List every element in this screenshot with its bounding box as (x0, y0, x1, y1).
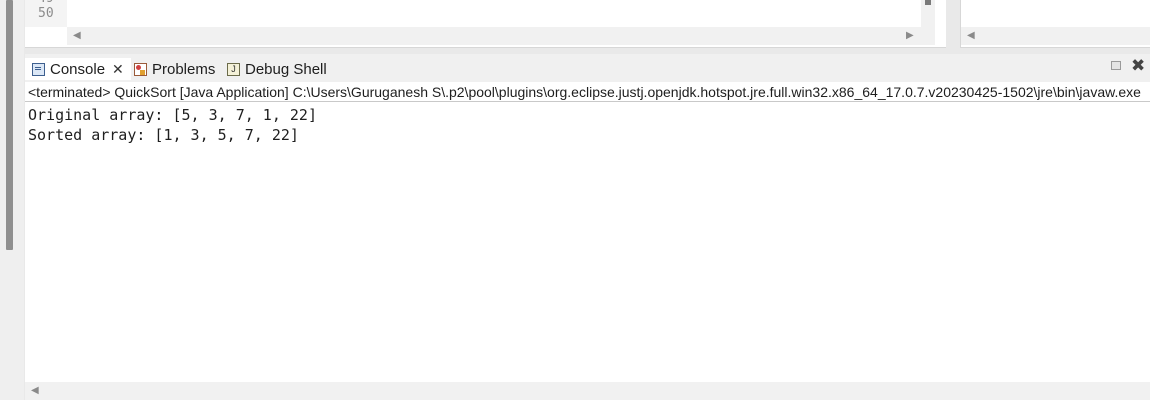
scroll-right-icon[interactable]: ▶ (906, 31, 914, 41)
process-status: <terminated> QuickSort [Java Application… (25, 82, 1150, 102)
console-output[interactable]: Original array: [5, 3, 7, 1, 22] Sorted a… (28, 105, 317, 145)
workbench-left-strip (0, 0, 24, 400)
tab-label: Debug Shell (245, 60, 327, 78)
tab-debug-shell[interactable]: J Debug Shell (224, 58, 330, 80)
scroll-left-icon[interactable]: ◀ (967, 31, 975, 41)
tab-label: Console (50, 60, 106, 78)
scroll-left-icon[interactable]: ◀ (73, 31, 81, 41)
output-line: Sorted array: [1, 3, 5, 7, 22] (28, 126, 299, 144)
secondary-editor[interactable]: ◀ (960, 0, 1150, 48)
console-view: Console ✕ Problems J Debug Shell ✖ <term… (25, 54, 1150, 400)
code-editor[interactable]: 49 50 ◀ ▶ (25, 0, 946, 48)
close-icon[interactable]: ✕ (112, 62, 124, 76)
view-tab-bar: Console ✕ Problems J Debug Shell ✖ (25, 54, 1150, 82)
editor-horizontal-scrollbar[interactable]: ◀ ▶ (67, 27, 935, 45)
secondary-horizontal-scrollbar[interactable]: ◀ (961, 27, 1150, 45)
scrollbar-thumb[interactable] (925, 0, 931, 5)
line-number-gutter: 49 50 (25, 0, 67, 27)
output-line: Original array: [5, 3, 7, 1, 22] (28, 106, 317, 124)
tab-problems[interactable]: Problems (131, 58, 218, 80)
problems-icon (134, 62, 147, 76)
maximize-icon[interactable]: ✖ (1131, 56, 1145, 76)
vertical-scrollbar-thumb[interactable] (6, 0, 13, 250)
tab-label: Problems (152, 60, 216, 78)
minimize-icon[interactable] (1111, 61, 1121, 70)
tab-console[interactable]: Console ✕ (25, 58, 131, 80)
console-icon (32, 62, 45, 76)
scroll-left-icon[interactable]: ◀ (31, 386, 39, 396)
debug-shell-icon: J (227, 62, 240, 76)
editor-vertical-scrollbar[interactable] (921, 0, 935, 27)
line-number: 50 (38, 6, 54, 21)
console-horizontal-scrollbar[interactable]: ◀ (25, 382, 1150, 400)
